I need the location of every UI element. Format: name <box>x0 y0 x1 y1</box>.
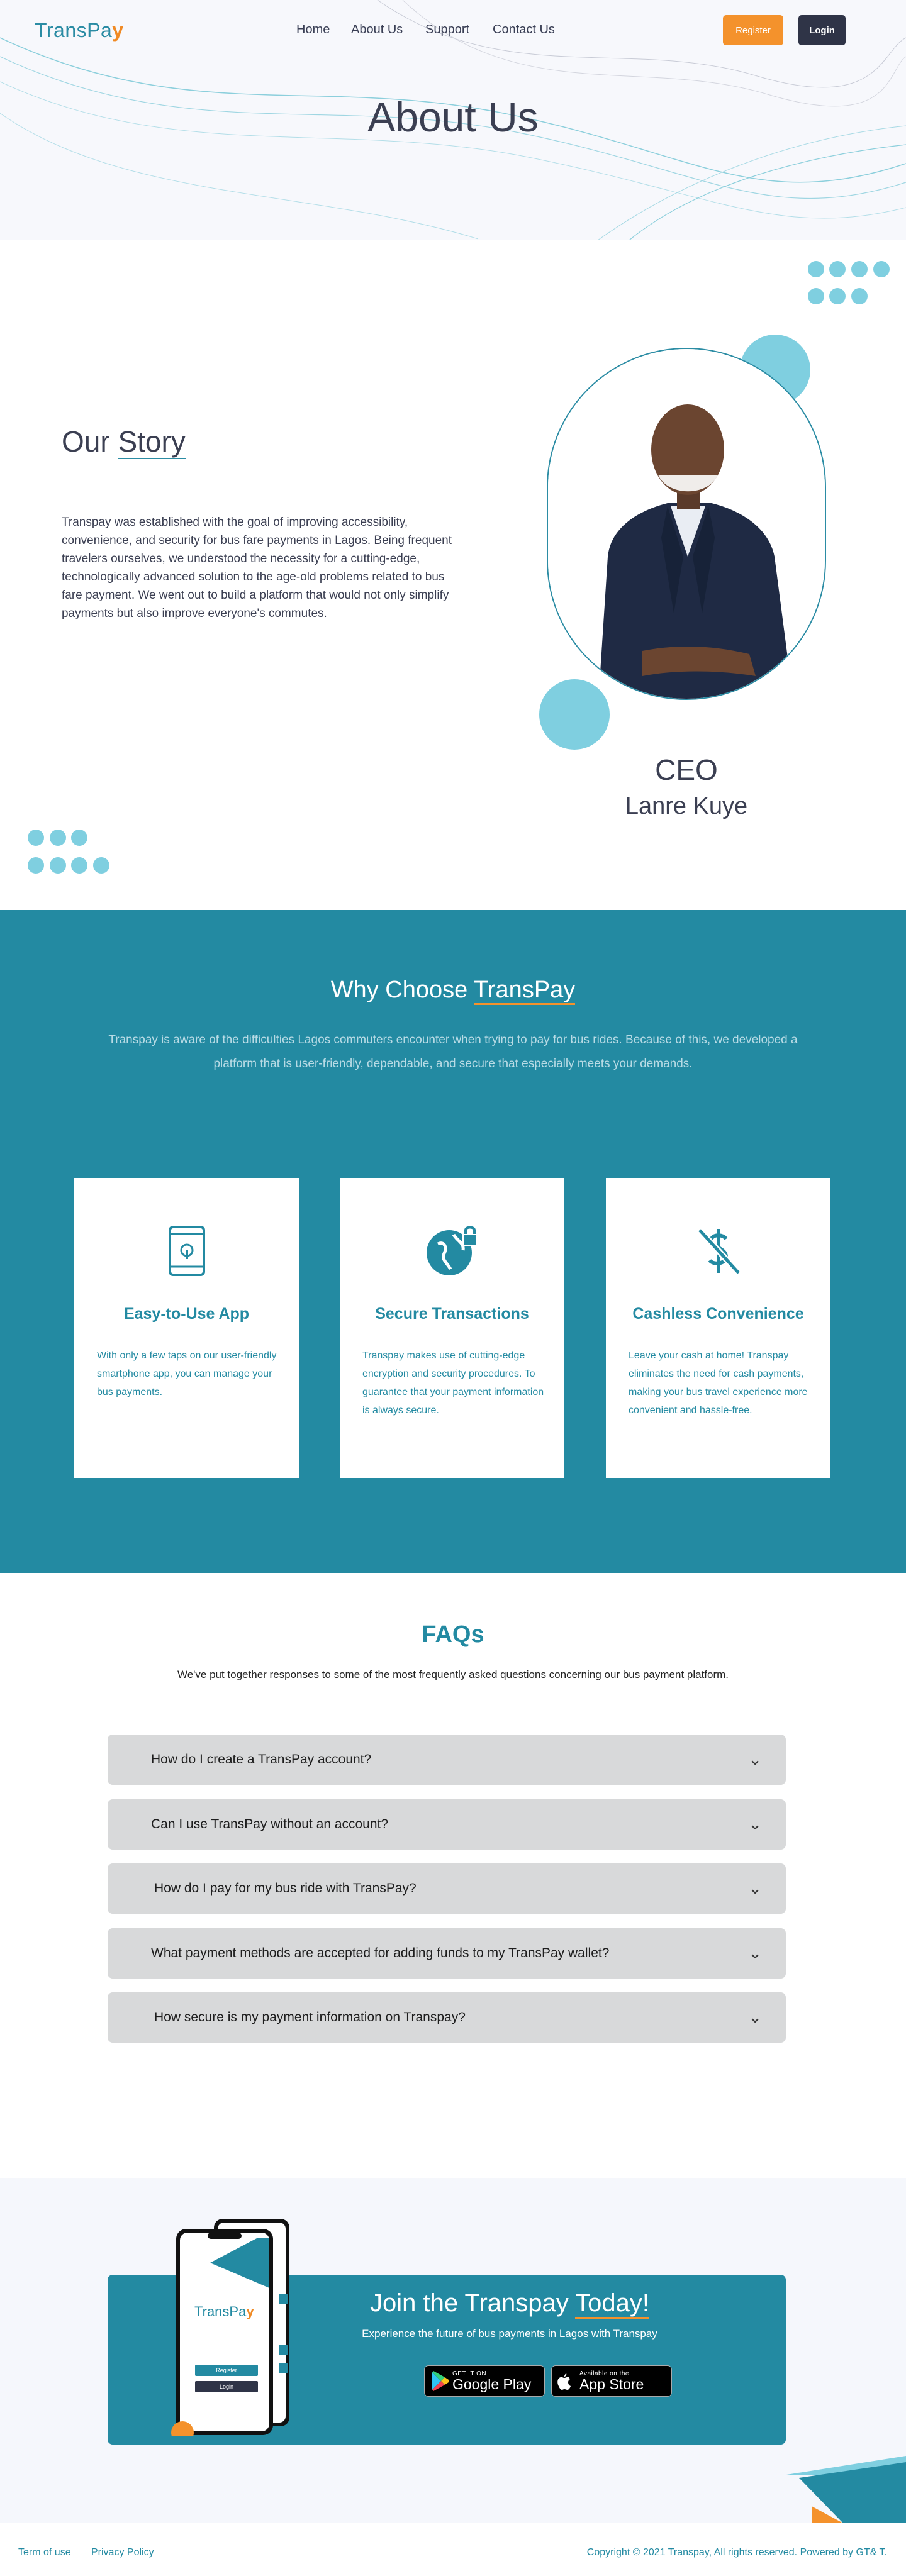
faq-item[interactable]: What payment methods are accepted for ad… <box>108 1928 786 1979</box>
faq-item[interactable]: How do I create a TransPay account? ⌄ <box>108 1735 786 1785</box>
decorative-dot <box>71 830 87 846</box>
faq-item[interactable]: Can I use TransPay without an account? ⌄ <box>108 1799 786 1850</box>
faq-item[interactable]: How secure is my payment information on … <box>108 1992 786 2043</box>
hero-section: TransPay Home About Us Support Contact U… <box>0 0 906 240</box>
logo[interactable]: TransPay <box>35 19 124 42</box>
why-description: Transpay is aware of the difficulties La… <box>108 1033 798 1070</box>
story-title: Our Story <box>62 425 186 459</box>
decorative-circle <box>539 679 610 750</box>
phone-logo: TransPay <box>194 2304 254 2319</box>
decorative-dot <box>851 288 868 304</box>
google-play-big: Google Play <box>452 2376 532 2392</box>
why-title: Why Choose TransPay <box>0 977 906 1005</box>
faq-question: How do I pay for my bus ride with TransP… <box>154 1881 417 1896</box>
feature-title: Cashless Convenience <box>632 1305 804 1323</box>
feature-title: Secure Transactions <box>375 1305 529 1323</box>
feature-title: Easy-to-Use App <box>123 1305 250 1323</box>
decorative-dot <box>808 261 824 277</box>
faq-question: Can I use TransPay without an account? <box>151 1817 389 1831</box>
decorative-dot <box>50 857 66 874</box>
decorative-dot <box>851 261 868 277</box>
apple-icon <box>557 2373 571 2390</box>
app-store-button[interactable]: Available on the App Store <box>551 2365 672 2397</box>
decorative-dot <box>829 261 846 277</box>
page-title: About Us <box>367 94 539 140</box>
faq-question: How secure is my payment information on … <box>154 2010 466 2024</box>
join-title: Join the Transpay Today! <box>340 2289 680 2319</box>
nav-about-us[interactable]: About Us <box>351 23 403 37</box>
feature-card-secure: Secure Transactions Transpay makes use o… <box>340 1178 564 1478</box>
ceo-portrait-illustration <box>548 349 825 699</box>
chevron-down-icon: ⌄ <box>748 1750 762 1768</box>
faq-item[interactable]: How do I pay for my bus ride with TransP… <box>108 1863 786 1914</box>
login-button[interactable]: Login <box>798 15 846 45</box>
faq-subtitle: We've put together responses to some of … <box>177 1668 729 1680</box>
decorative-dot <box>28 857 44 874</box>
footer-privacy-link[interactable]: Privacy Policy <box>91 2547 154 2558</box>
nav-contact-us[interactable]: Contact Us <box>493 23 555 37</box>
feature-card-cashless: Cashless Convenience Leave your cash at … <box>606 1178 830 1478</box>
google-play-button[interactable]: GET IT ON Google Play <box>424 2365 545 2397</box>
no-cash-icon <box>695 1226 741 1275</box>
ceo-role: CEO <box>655 753 718 786</box>
feature-text: Leave your cash at home! Transpay elimin… <box>629 1350 808 1416</box>
ceo-name: Lanre Kuye <box>625 793 748 819</box>
nav-home[interactable]: Home <box>296 23 330 37</box>
phone-login-label: Login <box>219 2384 234 2390</box>
chevron-down-icon: ⌄ <box>748 1943 762 1962</box>
chevron-down-icon: ⌄ <box>748 1814 762 1833</box>
phone-mockup-illustration <box>171 2219 289 2436</box>
decorative-dot <box>808 288 824 304</box>
globe-lock-icon <box>426 1226 478 1275</box>
feature-card-easy-app: Easy-to-Use App With only a few taps on … <box>74 1178 299 1478</box>
decorative-dot <box>50 830 66 846</box>
phone-register-label: Register <box>216 2367 237 2373</box>
decorative-dot <box>873 261 890 277</box>
ceo-photo <box>547 348 826 700</box>
join-subtitle: Experience the future of bus payments in… <box>362 2328 657 2340</box>
decorative-dot <box>28 830 44 846</box>
story-paragraph: Transpay was established with the goal o… <box>62 516 452 620</box>
decorative-dot <box>93 857 109 874</box>
feature-text: With only a few taps on our user-friendl… <box>97 1350 277 1397</box>
register-button[interactable]: Register <box>723 15 783 45</box>
decorative-dot <box>71 857 87 874</box>
decorative-dot <box>829 288 846 304</box>
chevron-down-icon: ⌄ <box>748 2007 762 2026</box>
faq-title: FAQs <box>422 1621 484 1648</box>
faq-question: What payment methods are accepted for ad… <box>151 1946 610 1960</box>
google-play-icon <box>432 2371 449 2391</box>
app-store-big: App Store <box>579 2376 644 2392</box>
chevron-down-icon: ⌄ <box>748 1879 762 1897</box>
nav-support[interactable]: Support <box>425 23 469 37</box>
decorative-triangles <box>786 2456 906 2523</box>
feature-text: Transpay makes use of cutting-edge encry… <box>362 1350 544 1416</box>
phone-icon <box>168 1226 205 1276</box>
footer-terms-link[interactable]: Term of use <box>18 2547 71 2558</box>
faq-question: How do I create a TransPay account? <box>151 1752 372 1767</box>
footer-copyright: Copyright © 2021 Transpay, All rights re… <box>586 2547 887 2558</box>
